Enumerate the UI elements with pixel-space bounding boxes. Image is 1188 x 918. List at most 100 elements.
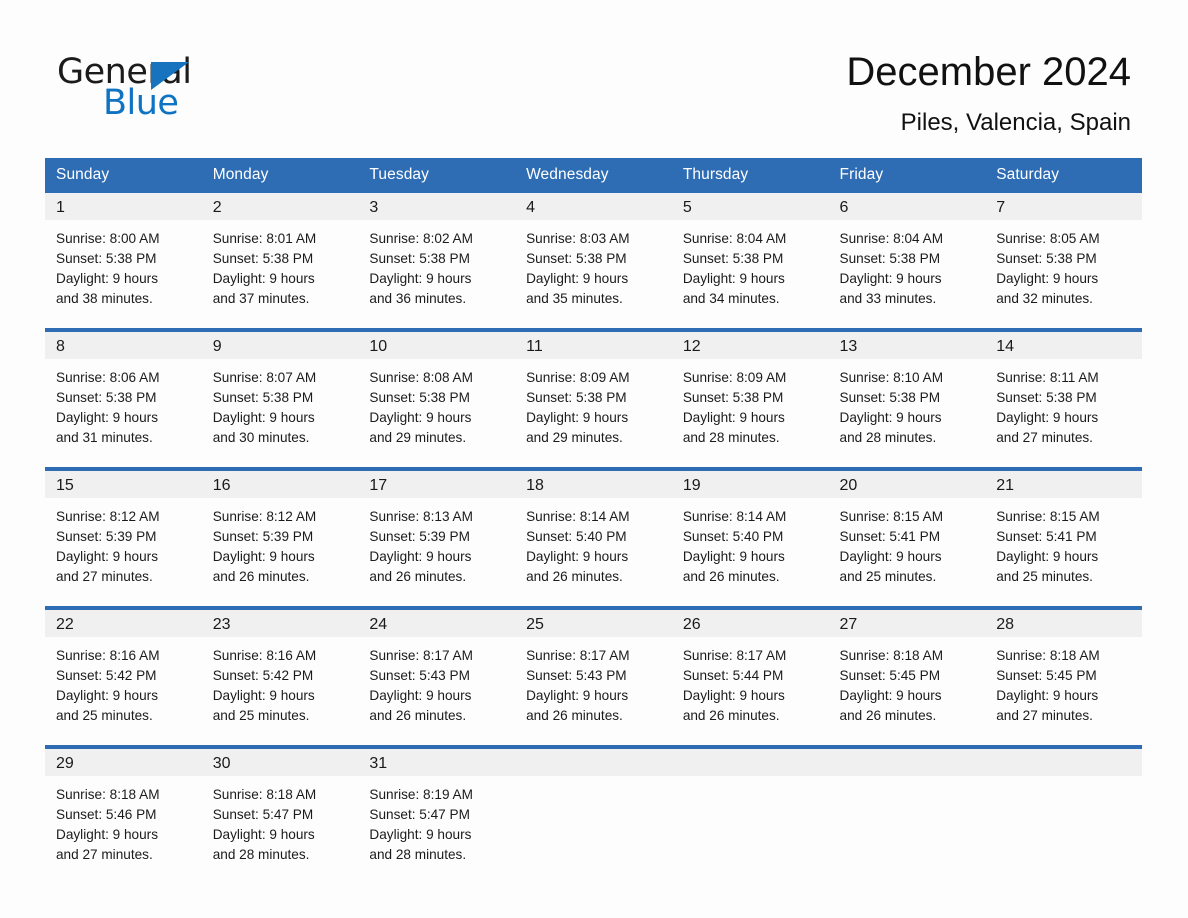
day-detail-cell[interactable]: Sunrise: 8:16 AM Sunset: 5:42 PM Dayligh… (201, 637, 359, 745)
day-detail-text: Sunrise: 8:07 AM Sunset: 5:38 PM Dayligh… (212, 370, 317, 445)
day-detail-cell[interactable]: Sunrise: 8:09 AM Sunset: 5:38 PM Dayligh… (515, 359, 672, 467)
general-blue-logo[interactable]: General Blue (57, 52, 257, 123)
week-5-details: Sunrise: 8:18 AM Sunset: 5:46 PM Dayligh… (45, 776, 1142, 884)
day-detail-cell[interactable]: Sunrise: 8:13 AM Sunset: 5:39 PM Dayligh… (358, 498, 516, 606)
day-number: 14 (996, 338, 1015, 355)
daynum-cell[interactable]: 27 (828, 610, 986, 637)
daynum-cell[interactable]: 11 (515, 332, 672, 359)
day-detail-cell[interactable]: Sunrise: 8:11 AM Sunset: 5:38 PM Dayligh… (985, 359, 1142, 467)
day-detail-cell[interactable]: Sunrise: 8:18 AM Sunset: 5:46 PM Dayligh… (45, 776, 202, 884)
day-detail-cell[interactable]: Sunrise: 8:06 AM Sunset: 5:38 PM Dayligh… (45, 359, 202, 467)
day-detail-cell[interactable]: Sunrise: 8:19 AM Sunset: 5:47 PM Dayligh… (358, 776, 516, 884)
day-detail-text: Sunrise: 8:16 AM Sunset: 5:42 PM Dayligh… (56, 648, 160, 723)
weekday-header-thursday: Thursday (671, 158, 829, 193)
daynum-cell[interactable]: 25 (515, 610, 672, 637)
day-detail-text: Sunrise: 8:09 AM Sunset: 5:38 PM Dayligh… (526, 370, 630, 445)
day-detail-cell[interactable]: Sunrise: 8:18 AM Sunset: 5:45 PM Dayligh… (985, 637, 1142, 745)
daynum-cell[interactable]: 21 (985, 471, 1142, 498)
daynum-cell[interactable]: 5 (671, 193, 829, 220)
day-detail-cell[interactable]: Sunrise: 8:08 AM Sunset: 5:38 PM Dayligh… (358, 359, 516, 467)
day-detail-cell[interactable]: Sunrise: 8:02 AM Sunset: 5:38 PM Dayligh… (358, 220, 516, 328)
day-detail-text: Sunrise: 8:19 AM Sunset: 5:47 PM Dayligh… (369, 787, 473, 862)
week-4-details: Sunrise: 8:16 AM Sunset: 5:42 PM Dayligh… (45, 637, 1142, 745)
day-number: 23 (212, 616, 231, 633)
day-detail-cell[interactable]: Sunrise: 8:05 AM Sunset: 5:38 PM Dayligh… (985, 220, 1142, 328)
day-detail-text: Sunrise: 8:14 AM Sunset: 5:40 PM Dayligh… (682, 509, 787, 584)
day-detail-cell[interactable]: Sunrise: 8:09 AM Sunset: 5:38 PM Dayligh… (671, 359, 829, 467)
daynum-cell[interactable]: 9 (201, 332, 359, 359)
daynum-cell[interactable]: 10 (358, 332, 516, 359)
daynum-cell[interactable]: 14 (985, 332, 1142, 359)
daynum-cell[interactable]: 28 (985, 610, 1142, 637)
week-2-details: Sunrise: 8:06 AM Sunset: 5:38 PM Dayligh… (45, 359, 1142, 467)
sunrise-sunset-calendar: Sunday Monday Tuesday Wednesday Thursday… (45, 158, 1142, 884)
day-detail-cell[interactable]: Sunrise: 8:17 AM Sunset: 5:44 PM Dayligh… (671, 637, 829, 745)
daynum-cell-empty (671, 749, 829, 776)
day-detail-text: Sunrise: 8:10 AM Sunset: 5:38 PM Dayligh… (839, 370, 944, 445)
daynum-cell[interactable]: 19 (671, 471, 829, 498)
day-detail-cell[interactable]: Sunrise: 8:07 AM Sunset: 5:38 PM Dayligh… (201, 359, 359, 467)
day-detail-text (829, 776, 986, 785)
day-detail-cell[interactable]: Sunrise: 8:01 AM Sunset: 5:38 PM Dayligh… (201, 220, 359, 328)
day-detail-cell[interactable]: Sunrise: 8:14 AM Sunset: 5:40 PM Dayligh… (515, 498, 672, 606)
daynum-cell[interactable]: 29 (45, 749, 202, 776)
daynum-cell[interactable]: 31 (358, 749, 516, 776)
day-number: 6 (839, 199, 849, 216)
title-block: December 2024 Piles, Valencia, Spain (846, 48, 1131, 137)
daynum-cell[interactable]: 2 (201, 193, 359, 220)
day-number: 19 (682, 477, 701, 494)
day-detail-cell[interactable]: Sunrise: 8:04 AM Sunset: 5:38 PM Dayligh… (828, 220, 986, 328)
day-number (829, 749, 986, 753)
day-detail-cell[interactable]: Sunrise: 8:15 AM Sunset: 5:41 PM Dayligh… (985, 498, 1142, 606)
daynum-cell[interactable]: 7 (985, 193, 1142, 220)
day-number: 15 (56, 477, 74, 494)
day-detail-text (515, 776, 672, 785)
day-detail-cell[interactable]: Sunrise: 8:12 AM Sunset: 5:39 PM Dayligh… (201, 498, 359, 606)
day-number: 7 (996, 199, 1006, 216)
day-number: 25 (526, 616, 544, 633)
daynum-cell[interactable]: 20 (828, 471, 986, 498)
daynum-cell[interactable]: 15 (45, 471, 202, 498)
day-detail-text: Sunrise: 8:18 AM Sunset: 5:45 PM Dayligh… (996, 648, 1100, 723)
day-number: 1 (56, 199, 65, 216)
daynum-cell[interactable]: 12 (671, 332, 829, 359)
day-detail-cell[interactable]: Sunrise: 8:16 AM Sunset: 5:42 PM Dayligh… (45, 637, 202, 745)
day-number: 4 (526, 199, 536, 216)
daynum-cell[interactable]: 18 (515, 471, 672, 498)
day-number: 11 (526, 338, 543, 355)
daynum-cell[interactable]: 3 (358, 193, 516, 220)
day-detail-text: Sunrise: 8:17 AM Sunset: 5:43 PM Dayligh… (526, 648, 630, 723)
daynum-cell[interactable]: 13 (828, 332, 986, 359)
day-number: 31 (369, 755, 388, 772)
day-detail-cell[interactable]: Sunrise: 8:10 AM Sunset: 5:38 PM Dayligh… (828, 359, 986, 467)
daynum-cell[interactable]: 23 (201, 610, 359, 637)
daynum-cell[interactable]: 30 (201, 749, 359, 776)
day-detail-cell[interactable]: Sunrise: 8:17 AM Sunset: 5:43 PM Dayligh… (515, 637, 672, 745)
day-detail-cell[interactable]: Sunrise: 8:12 AM Sunset: 5:39 PM Dayligh… (45, 498, 202, 606)
day-number: 30 (212, 755, 231, 772)
day-detail-text: Sunrise: 8:06 AM Sunset: 5:38 PM Dayligh… (56, 370, 160, 445)
daynum-cell[interactable]: 8 (45, 332, 202, 359)
daynum-cell[interactable]: 22 (45, 610, 202, 637)
daynum-cell[interactable]: 24 (358, 610, 516, 637)
day-detail-cell-empty (985, 776, 1142, 884)
day-detail-cell[interactable]: Sunrise: 8:15 AM Sunset: 5:41 PM Dayligh… (828, 498, 986, 606)
daynum-cell[interactable]: 4 (515, 193, 672, 220)
day-detail-cell[interactable]: Sunrise: 8:14 AM Sunset: 5:40 PM Dayligh… (671, 498, 829, 606)
day-detail-text: Sunrise: 8:18 AM Sunset: 5:46 PM Dayligh… (56, 787, 160, 862)
day-detail-cell[interactable]: Sunrise: 8:18 AM Sunset: 5:47 PM Dayligh… (201, 776, 359, 884)
day-detail-text: Sunrise: 8:04 AM Sunset: 5:38 PM Dayligh… (682, 231, 787, 306)
daynum-cell[interactable]: 17 (358, 471, 516, 498)
day-detail-cell[interactable]: Sunrise: 8:18 AM Sunset: 5:45 PM Dayligh… (828, 637, 986, 745)
daynum-cell[interactable]: 26 (671, 610, 829, 637)
day-detail-cell[interactable]: Sunrise: 8:03 AM Sunset: 5:38 PM Dayligh… (515, 220, 672, 328)
daynum-cell[interactable]: 6 (828, 193, 986, 220)
day-detail-cell[interactable]: Sunrise: 8:04 AM Sunset: 5:38 PM Dayligh… (671, 220, 829, 328)
daynum-cell[interactable]: 1 (45, 193, 202, 220)
day-detail-cell[interactable]: Sunrise: 8:00 AM Sunset: 5:38 PM Dayligh… (45, 220, 202, 328)
day-number: 2 (212, 199, 222, 216)
day-number: 22 (56, 616, 74, 633)
daynum-cell-empty (985, 749, 1142, 776)
day-detail-cell[interactable]: Sunrise: 8:17 AM Sunset: 5:43 PM Dayligh… (358, 637, 516, 745)
daynum-cell[interactable]: 16 (201, 471, 359, 498)
